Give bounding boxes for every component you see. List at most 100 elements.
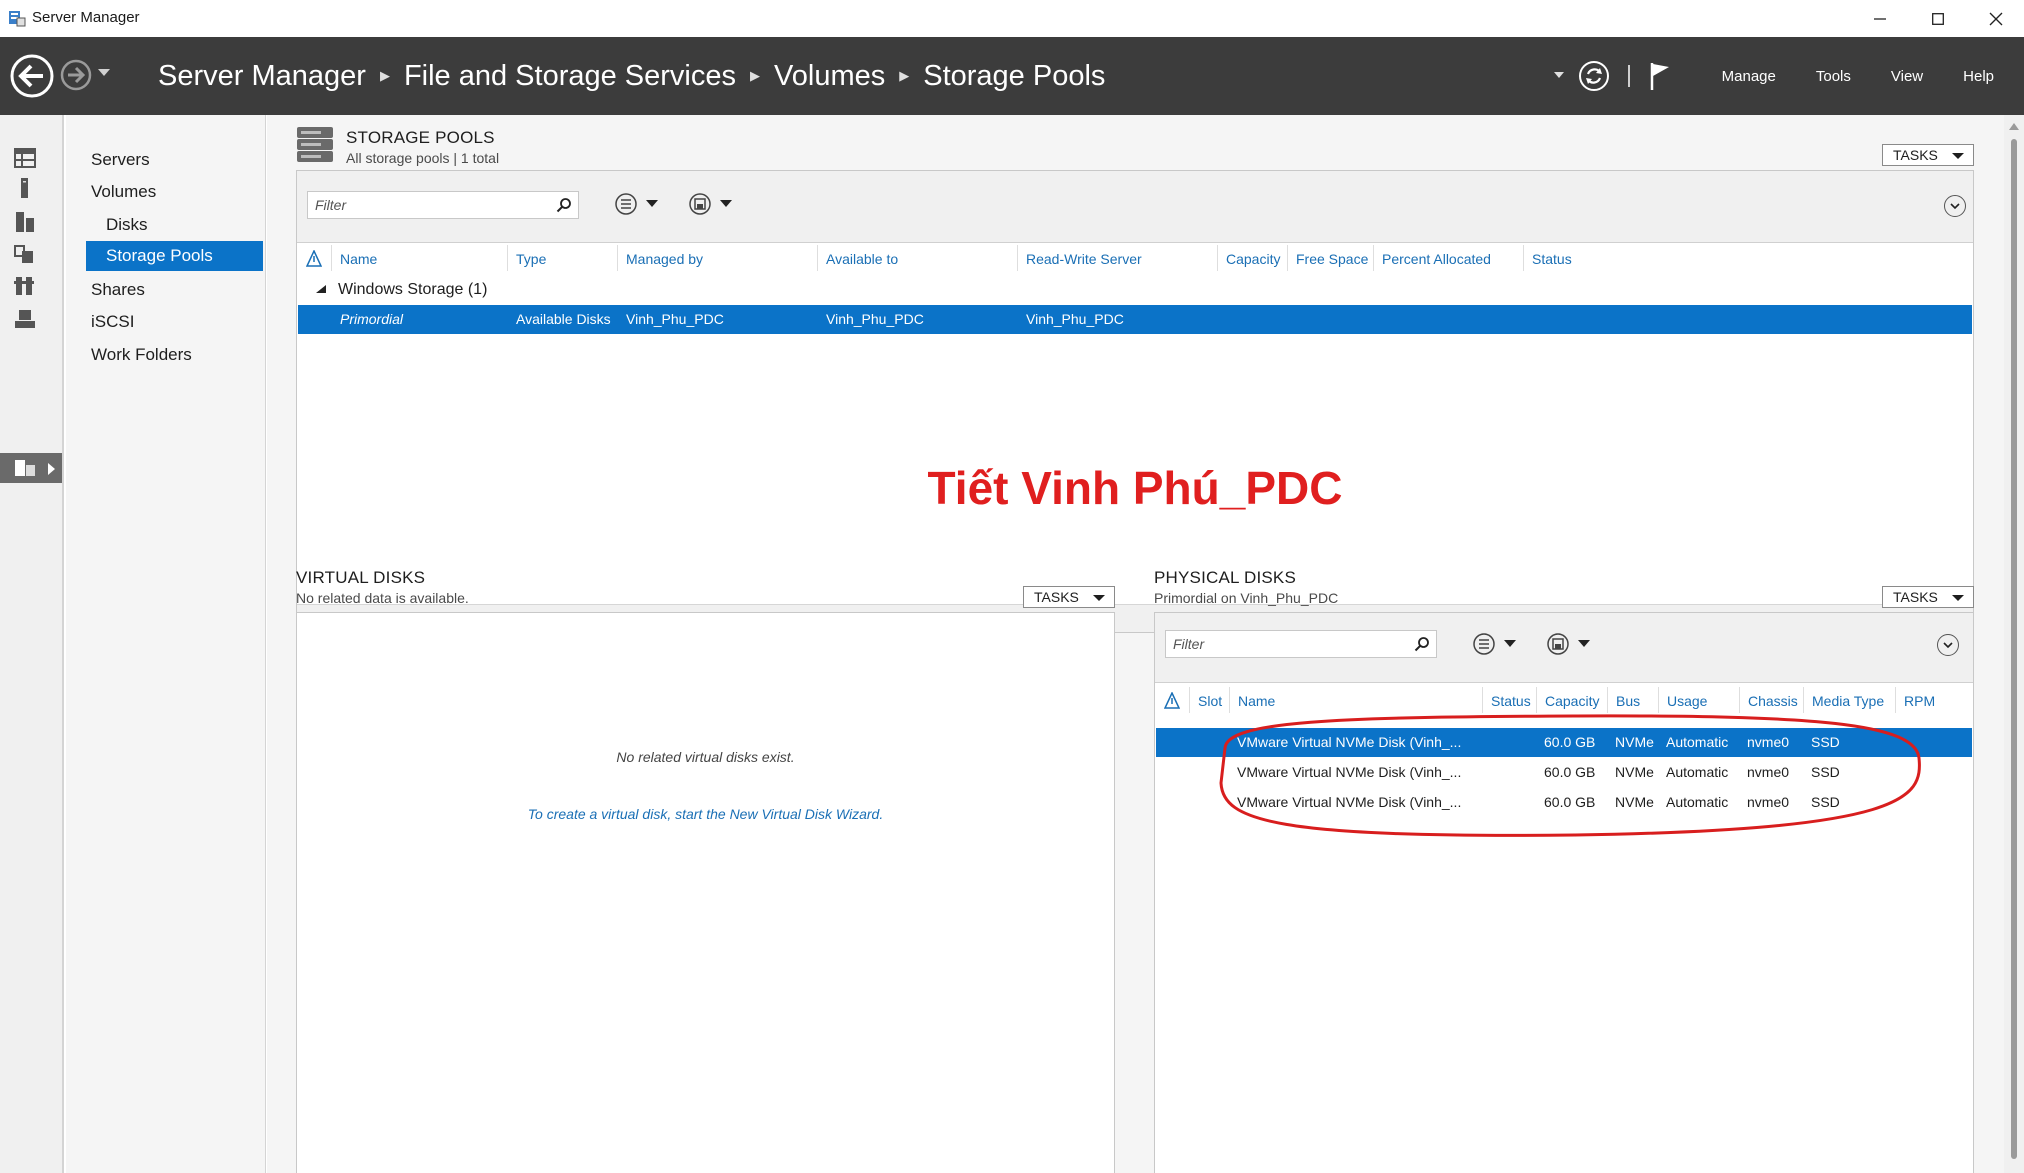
storage-pool-icon xyxy=(297,127,333,162)
history-dropdown-icon[interactable] xyxy=(98,69,110,77)
col-divider xyxy=(1658,687,1659,713)
group-collapse-icon[interactable] xyxy=(316,285,326,293)
breadcrumb-volumes[interactable]: Volumes xyxy=(774,60,885,93)
new-virtual-disk-wizard-link[interactable]: To create a virtual disk, start the New … xyxy=(297,806,1114,822)
collapse-button[interactable] xyxy=(1937,634,1959,656)
cell-managed-by: Vinh_Phu_PDC xyxy=(626,311,724,327)
col-capacity[interactable]: Capacity xyxy=(1545,693,1599,709)
save-query-icon xyxy=(689,193,711,215)
table-row[interactable]: Primordial Available Disks Vinh_Phu_PDC … xyxy=(298,305,1972,334)
title-bar: Server Manager xyxy=(0,0,2024,37)
nav-servers[interactable]: Servers xyxy=(91,145,150,175)
file-storage-icon[interactable] xyxy=(14,457,36,479)
col-usage[interactable]: Usage xyxy=(1667,693,1707,709)
col-available-to[interactable]: Available to xyxy=(826,251,898,267)
dropdown-icon xyxy=(1504,640,1516,647)
collapse-icon xyxy=(1950,202,1960,209)
nav-storage-pools[interactable]: Storage Pools xyxy=(86,241,263,271)
col-free-space[interactable]: Free Space xyxy=(1296,251,1368,267)
scrollbar-thumb[interactable] xyxy=(2011,139,2017,1159)
col-divider xyxy=(507,245,508,271)
ad-ds-icon[interactable] xyxy=(14,243,36,265)
group-label[interactable]: Windows Storage (1) xyxy=(338,281,487,299)
search-icon[interactable] xyxy=(556,197,572,213)
list-view-icon xyxy=(1473,633,1495,655)
col-divider xyxy=(1287,245,1288,271)
storage-pools-filter-input[interactable]: Filter xyxy=(307,191,579,219)
scroll-up-icon[interactable] xyxy=(2009,123,2019,130)
all-servers-icon[interactable] xyxy=(14,211,36,233)
menu-help[interactable]: Help xyxy=(1943,68,2024,85)
dropdown-icon xyxy=(1578,640,1590,647)
col-read-write-server[interactable]: Read-Write Server xyxy=(1026,251,1142,267)
minimize-button[interactable] xyxy=(1854,0,1906,37)
col-divider xyxy=(817,245,818,271)
col-chassis[interactable]: Chassis xyxy=(1748,693,1798,709)
col-status[interactable]: Status xyxy=(1491,693,1531,709)
save-query-button[interactable] xyxy=(1547,633,1590,655)
col-media-type[interactable]: Media Type xyxy=(1812,693,1884,709)
role-icon-strip xyxy=(0,115,64,1173)
physical-disks-tasks-button[interactable]: TASKS xyxy=(1882,586,1974,608)
col-divider xyxy=(1523,245,1524,271)
forward-arrow-icon[interactable] xyxy=(60,59,92,91)
menu-view[interactable]: View xyxy=(1871,68,1943,85)
col-status[interactable]: Status xyxy=(1532,251,1572,267)
dhcp-icon[interactable] xyxy=(14,275,36,297)
col-managed-by[interactable]: Managed by xyxy=(626,251,703,267)
virtual-disks-tasks-button[interactable]: TASKS xyxy=(1023,586,1115,608)
breadcrumb-file-storage[interactable]: File and Storage Services xyxy=(404,60,736,93)
col-slot[interactable]: Slot xyxy=(1198,693,1222,709)
maximize-button[interactable] xyxy=(1912,0,1964,37)
dns-icon[interactable] xyxy=(14,308,36,330)
search-icon[interactable] xyxy=(1414,636,1430,652)
refresh-dropdown-icon[interactable] xyxy=(1553,72,1566,80)
physical-disks-filter-input[interactable]: Filter xyxy=(1165,630,1437,658)
nav-disks[interactable]: Disks xyxy=(106,210,148,240)
breadcrumb-storage-pools[interactable]: Storage Pools xyxy=(923,60,1105,93)
col-capacity[interactable]: Capacity xyxy=(1226,251,1280,267)
save-query-button[interactable] xyxy=(689,193,732,215)
flag-icon[interactable] xyxy=(1648,61,1672,91)
local-server-icon[interactable] xyxy=(14,177,36,199)
breadcrumb-server-manager[interactable]: Server Manager xyxy=(158,60,366,93)
minimize-icon xyxy=(1874,17,1886,20)
dropdown-icon xyxy=(720,200,732,207)
cell-available-to: Vinh_Phu_PDC xyxy=(826,311,924,327)
nav-iscsi[interactable]: iSCSI xyxy=(91,307,134,337)
col-name[interactable]: Name xyxy=(340,251,377,267)
col-name[interactable]: Name xyxy=(1238,693,1275,709)
expand-arrow-icon[interactable] xyxy=(48,463,56,475)
dropdown-icon xyxy=(646,200,658,207)
close-button[interactable] xyxy=(1970,0,2022,37)
app-icon xyxy=(9,11,26,27)
storage-pools-subtitle: All storage pools | 1 total xyxy=(346,150,500,166)
list-view-button[interactable] xyxy=(1473,633,1516,655)
tasks-dropdown-icon xyxy=(1093,595,1105,601)
header-bar: Server Manager ▶ File and Storage Servic… xyxy=(0,37,2024,115)
nav-shares[interactable]: Shares xyxy=(91,275,145,305)
annotation-red-ellipse xyxy=(1219,714,1921,837)
col-type[interactable]: Type xyxy=(516,251,546,267)
menu-manage[interactable]: Manage xyxy=(1702,68,1796,85)
physical-disks-panel: Filter Slot Name Status Capacity Bus Usa… xyxy=(1154,612,1974,1173)
col-rpm[interactable]: RPM xyxy=(1904,693,1935,709)
nav-volumes[interactable]: Volumes xyxy=(91,177,156,207)
col-bus[interactable]: Bus xyxy=(1616,693,1640,709)
menu-tools[interactable]: Tools xyxy=(1796,68,1871,85)
back-arrow-icon[interactable] xyxy=(10,54,54,98)
cell-name: Primordial xyxy=(340,311,404,327)
collapse-button[interactable] xyxy=(1944,195,1966,217)
vertical-scrollbar[interactable] xyxy=(2004,115,2024,1173)
storage-pools-tasks-button[interactable]: TASKS xyxy=(1882,144,1974,166)
refresh-icon[interactable] xyxy=(1578,60,1610,92)
maximize-icon xyxy=(1932,12,1944,25)
list-view-button[interactable] xyxy=(615,193,658,215)
warning-icon xyxy=(306,250,322,267)
left-navigation: Servers Volumes Disks Storage Pools Shar… xyxy=(66,115,266,1173)
nav-work-folders[interactable]: Work Folders xyxy=(91,340,192,370)
col-divider xyxy=(1739,687,1740,713)
col-percent-allocated[interactable]: Percent Allocated xyxy=(1382,251,1491,267)
storage-pools-panel: Filter Name Type Managed by Available to… xyxy=(296,170,1974,633)
dashboard-icon[interactable] xyxy=(14,147,36,169)
